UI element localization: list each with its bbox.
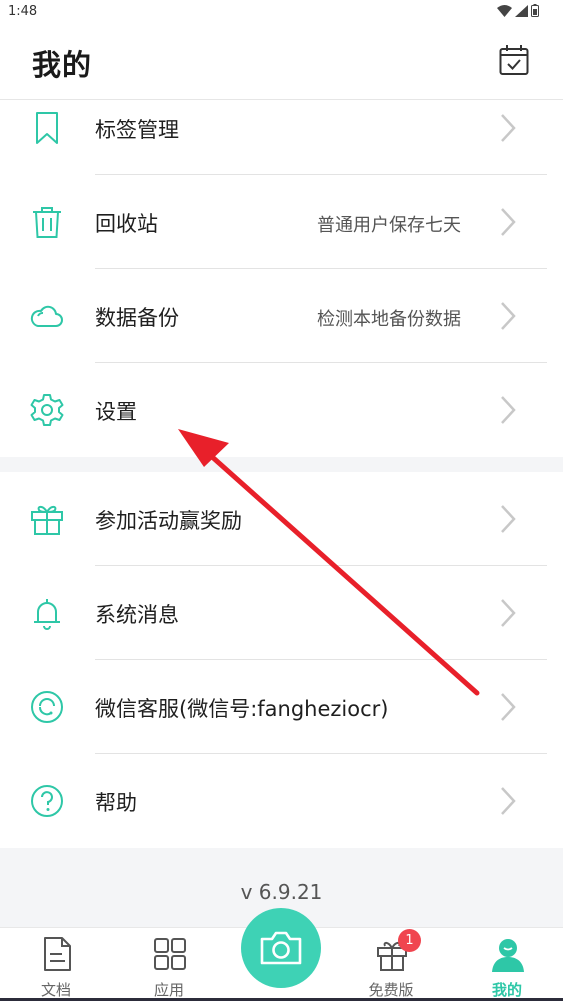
menu-item-system-messages[interactable]: 系统消息	[0, 566, 563, 660]
menu-group-1: 标签管理 回收站 普通用户保存七天 数据备份 检测本地备份数据 设置	[0, 100, 563, 457]
menu-group-2: 参加活动赢奖励 系统消息 微信客服(微信号:fanghezіocr) 帮助	[0, 472, 563, 848]
chevron-right-icon	[501, 599, 516, 627]
gear-icon	[30, 394, 64, 426]
calendar-check-button[interactable]	[499, 44, 529, 76]
menu-item-rewards[interactable]: 参加活动赢奖励	[0, 472, 563, 566]
menu-item-recycle-bin[interactable]: 回收站 普通用户保存七天	[0, 175, 563, 269]
gift-icon	[31, 505, 63, 535]
chevron-right-icon	[501, 302, 516, 330]
chevron-right-icon	[501, 787, 516, 815]
chevron-right-icon	[501, 114, 516, 142]
menu-item-data-backup[interactable]: 数据备份 检测本地备份数据	[0, 269, 563, 363]
battery-icon	[531, 4, 539, 17]
chevron-right-icon	[501, 505, 516, 533]
nav-label: 我的	[491, 981, 522, 999]
customer-service-icon	[31, 691, 63, 723]
camera-icon	[260, 931, 302, 965]
page-title: 我的	[32, 48, 93, 82]
notification-badge: 1	[398, 929, 421, 952]
status-time: 1:48	[8, 4, 38, 19]
camera-button[interactable]	[241, 908, 321, 988]
chevron-right-icon	[501, 693, 516, 721]
signal-icon	[515, 4, 528, 17]
trash-icon	[33, 207, 61, 238]
nav-label: 文档	[40, 981, 71, 999]
wifi-icon	[497, 4, 512, 17]
apps-grid-icon	[154, 938, 186, 970]
document-icon	[44, 937, 71, 971]
menu-item-label: 帮助	[95, 791, 137, 815]
nav-label: 免费版	[368, 981, 414, 999]
menu-item-wechat-support[interactable]: 微信客服(微信号:fanghezіocr)	[0, 660, 563, 754]
user-profile-icon	[492, 939, 524, 972]
menu-item-subtitle: 检测本地备份数据	[317, 309, 461, 330]
menu-item-label: 回收站	[95, 212, 158, 236]
menu-item-label: 设置	[95, 400, 137, 424]
menu-item-help[interactable]: 帮助	[0, 754, 563, 848]
nav-tab-mine[interactable]: 我的	[467, 928, 547, 1001]
nav-tab-apps[interactable]: 应用	[129, 928, 209, 1001]
menu-item-tags[interactable]: 标签管理	[0, 81, 563, 175]
calendar-check-icon	[499, 45, 529, 75]
nav-tab-docs[interactable]: 文档	[16, 928, 96, 1001]
status-icons	[497, 4, 539, 17]
menu-item-subtitle: 普通用户保存七天	[317, 215, 461, 236]
status-bar: 1:48	[0, 0, 563, 24]
menu-item-label: 数据备份	[95, 306, 179, 330]
menu-item-label: 微信客服(微信号:fanghezіocr)	[95, 697, 389, 721]
chevron-right-icon	[501, 208, 516, 236]
bell-icon	[34, 599, 60, 630]
chevron-right-icon	[501, 396, 516, 424]
help-icon	[31, 785, 63, 817]
version-label: v 6.9.21	[240, 880, 323, 904]
menu-item-label: 参加活动赢奖励	[95, 509, 242, 533]
cloud-icon	[30, 305, 63, 327]
menu-item-settings[interactable]: 设置	[0, 363, 563, 457]
menu-item-label: 系统消息	[95, 603, 179, 627]
menu-item-label: 标签管理	[95, 118, 179, 142]
nav-label: 应用	[153, 981, 184, 999]
bookmark-icon	[36, 112, 58, 144]
